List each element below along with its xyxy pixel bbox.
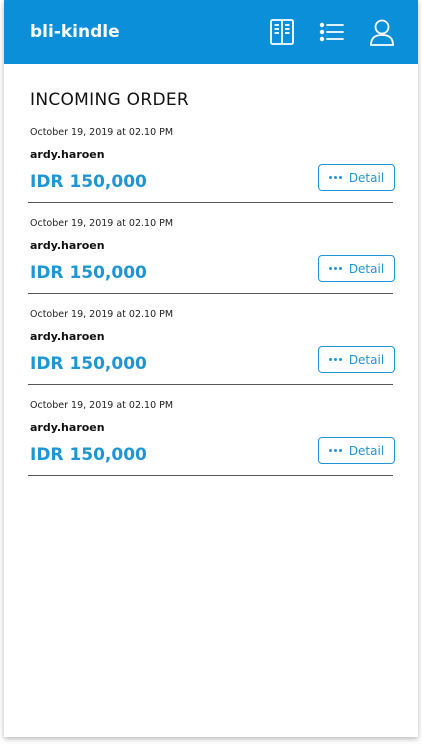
divider [28,384,393,385]
divider [28,293,393,294]
detail-button-label: Detail [348,352,385,367]
detail-button[interactable]: Detail [318,437,395,464]
detail-button-label: Detail [348,443,385,458]
list-item: October 19, 2019 at 02.10 PM ardy.haroen… [4,391,418,482]
more-icon [328,267,342,270]
detail-button-label: Detail [348,261,385,276]
order-price: IDR 150,000 [30,263,147,283]
order-price: IDR 150,000 [30,445,147,465]
page-title: INCOMING ORDER [30,90,189,110]
order-username: ardy.haroen [30,330,105,343]
order-date: October 19, 2019 at 02.10 PM [30,127,174,138]
order-username: ardy.haroen [30,421,105,434]
list-icon[interactable] [318,17,346,47]
order-price: IDR 150,000 [30,172,147,192]
more-icon [328,176,342,179]
divider [28,202,393,203]
list-item: October 19, 2019 at 02.10 PM ardy.haroen… [4,209,418,300]
divider [28,475,393,476]
more-icon [328,449,342,452]
order-date: October 19, 2019 at 02.10 PM [30,400,174,411]
more-icon [328,358,342,361]
detail-button[interactable]: Detail [318,255,395,282]
user-icon[interactable] [368,17,396,47]
order-date: October 19, 2019 at 02.10 PM [30,309,174,320]
app-title: bli-kindle [30,22,120,42]
detail-button-label: Detail [348,170,385,185]
order-list: October 19, 2019 at 02.10 PM ardy.haroen… [4,118,418,482]
order-username: ardy.haroen [30,148,105,161]
detail-button[interactable]: Detail [318,346,395,373]
app-header: bli-kindle [4,0,418,64]
order-date: October 19, 2019 at 02.10 PM [30,218,174,229]
app-card: bli-kindle INCOMING ORDER October 19, 20… [4,0,418,737]
detail-button[interactable]: Detail [318,164,395,191]
order-price: IDR 150,000 [30,354,147,374]
book-icon[interactable] [268,17,296,47]
list-item: October 19, 2019 at 02.10 PM ardy.haroen… [4,118,418,209]
order-username: ardy.haroen [30,239,105,252]
list-item: October 19, 2019 at 02.10 PM ardy.haroen… [4,300,418,391]
